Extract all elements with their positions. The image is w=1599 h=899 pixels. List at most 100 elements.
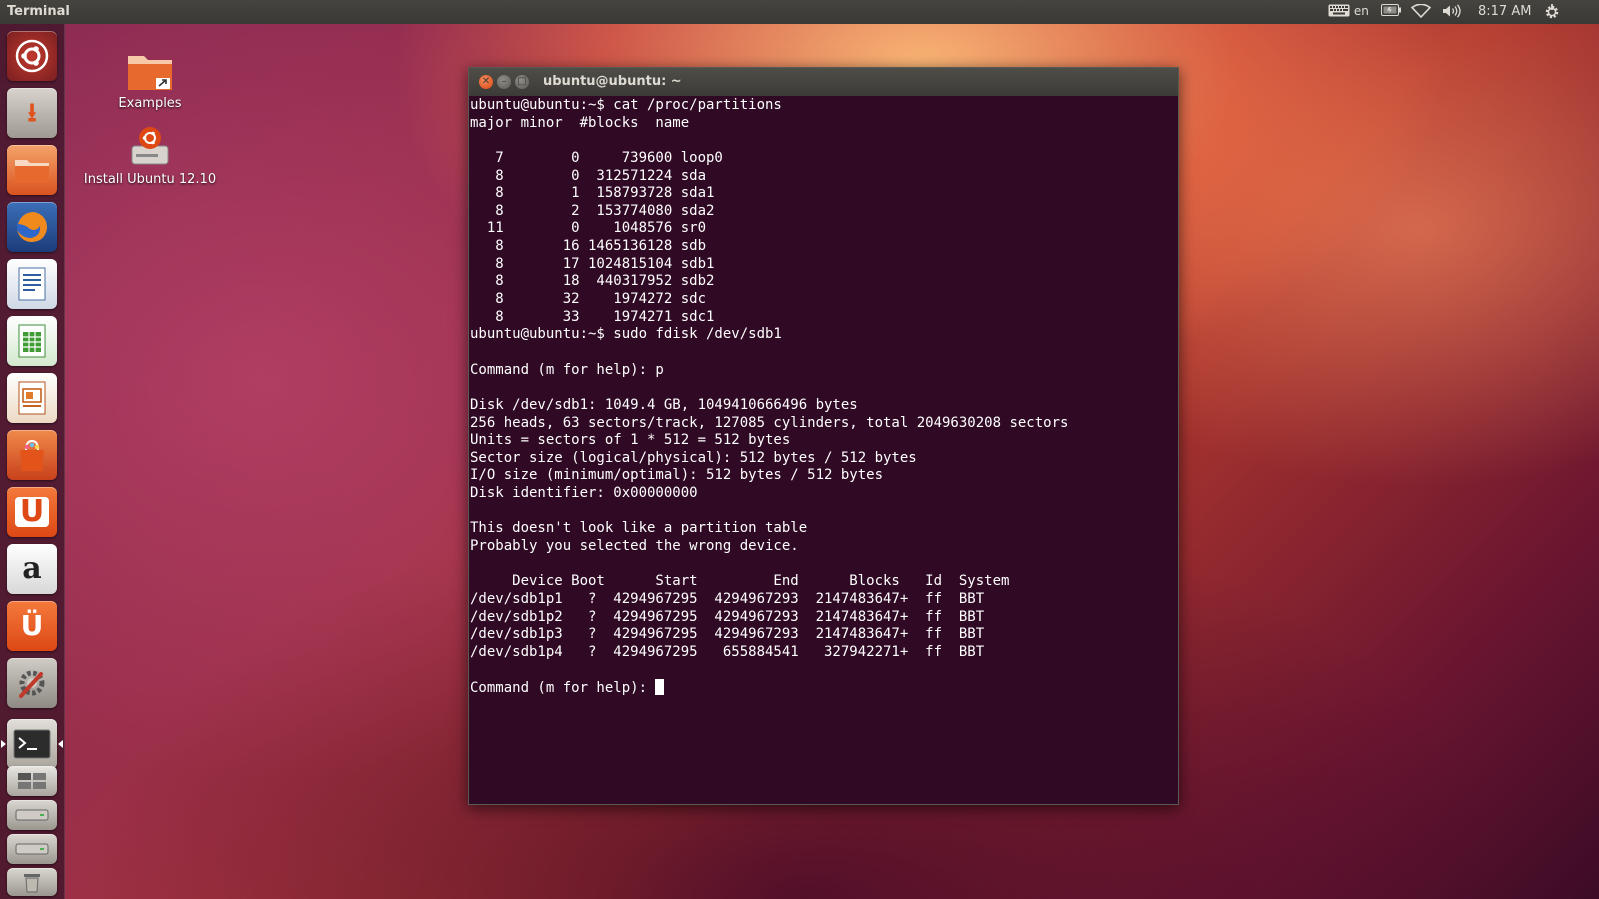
- terminal-line: This doesn't look like a partition table: [470, 520, 808, 537]
- terminal-line: 8 18 440317952 sdb2: [470, 273, 715, 290]
- focused-indicator: [58, 740, 63, 748]
- minimize-icon: –: [501, 76, 507, 87]
- network-indicator[interactable]: [1410, 3, 1432, 21]
- folder-icon: [15, 160, 49, 183]
- terminal-line: 11 0 1048576 sr0: [470, 220, 707, 237]
- launcher-workspaces[interactable]: [7, 766, 57, 796]
- window-close-button[interactable]: ✕: [479, 75, 493, 89]
- terminal-line: Sector size (logical/physical): 512 byte…: [470, 449, 917, 466]
- launcher-files[interactable]: [7, 145, 57, 195]
- launcher-ubuntu-one-music[interactable]: Ü: [7, 601, 57, 651]
- installer-icon: [131, 127, 169, 165]
- terminal-line: Units = sectors of 1 * 512 = 512 bytes: [470, 432, 791, 449]
- impress-icon: [18, 381, 46, 415]
- terminal-line: 7 0 739600 loop0: [470, 149, 723, 166]
- terminal-line: 8 1 158793728 sda1: [470, 185, 715, 202]
- desktop-icon-label: Install Ubuntu 12.10: [83, 172, 217, 187]
- running-indicator: [1, 740, 6, 748]
- terminal-line: 8 17 1024815104 sdb1: [470, 255, 715, 272]
- desktop-icon-label: Examples: [118, 96, 182, 111]
- terminal-line: ubuntu@ubuntu:~$ cat /proc/partitions: [470, 97, 782, 113]
- shopping-bag-icon: [20, 439, 44, 471]
- close-icon: ✕: [481, 76, 491, 87]
- terminal-window[interactable]: ✕ – □ ubuntu@ubuntu: ~ ubuntu@ubuntu:~$ …: [468, 67, 1179, 805]
- launcher-trash[interactable]: [7, 868, 57, 896]
- clock[interactable]: 8:17 AM: [1478, 4, 1531, 19]
- calc-icon: [18, 324, 46, 358]
- terminal-output[interactable]: ubuntu@ubuntu:~$ cat /proc/partitions maj…: [470, 97, 1175, 802]
- ubuntu-logo-icon: [15, 39, 49, 73]
- maximize-icon: □: [517, 76, 527, 87]
- amazon-icon: a: [22, 551, 42, 586]
- keyboard-indicator[interactable]: en: [1328, 4, 1369, 18]
- terminal-line: /dev/sdb1p4 ? 4294967295 655884541 32794…: [470, 643, 985, 660]
- firefox-icon: [17, 212, 47, 242]
- terminal-cursor: [655, 679, 665, 696]
- launcher-system-settings[interactable]: [7, 658, 57, 708]
- terminal-line: Disk /dev/sdb1: 1049.4 GB, 1049410666496…: [470, 396, 858, 413]
- terminal-prompt-line[interactable]: Command (m for help):: [470, 679, 1175, 697]
- ubuntu-one-icon: U: [14, 497, 50, 527]
- launcher-libreoffice-writer[interactable]: [7, 259, 57, 309]
- launcher-dash-home[interactable]: [7, 31, 57, 81]
- battery-indicator[interactable]: [1381, 4, 1401, 19]
- launcher-software-center[interactable]: [7, 430, 57, 480]
- launcher-libreoffice-calc[interactable]: [7, 316, 57, 366]
- terminal-line: Device Boot Start End Blocks Id System: [470, 573, 1010, 590]
- trash-icon: [24, 874, 40, 893]
- launcher-ubuntu-one[interactable]: U: [7, 487, 57, 537]
- battery-icon: [1381, 4, 1401, 16]
- folder-link-icon: [128, 56, 172, 90]
- window-titlebar[interactable]: ✕ – □ ubuntu@ubuntu: ~: [469, 68, 1178, 96]
- terminal-prompt-text: Command (m for help):: [470, 680, 656, 697]
- terminal-line: 8 2 153774080 sda2: [470, 202, 715, 219]
- active-app-title: Terminal: [7, 4, 70, 19]
- terminal-line: I/O size (minimum/optimal): 512 bytes / …: [470, 467, 884, 484]
- settings-gear-icon: [1545, 4, 1559, 19]
- drive-icon: [15, 809, 49, 821]
- desktop-icon-install-ubuntu[interactable]: Install Ubuntu 12.10: [80, 124, 220, 187]
- launcher-drive-2[interactable]: [7, 834, 57, 864]
- top-panel: Terminal en 8:17 AM: [0, 0, 1599, 24]
- terminal-line: 8 0 312571224 sda: [470, 167, 707, 184]
- terminal-line: /dev/sdb1p2 ? 4294967295 4294967293 2147…: [470, 608, 985, 625]
- terminal-icon: [13, 729, 51, 759]
- terminal-line: 8 16 1465136128 sdb: [470, 238, 707, 255]
- launcher-libreoffice-impress[interactable]: [7, 373, 57, 423]
- wifi-icon: [1410, 3, 1432, 19]
- launcher: ⭳ U a Ü: [0, 24, 65, 899]
- terminal-line: Command (m for help): p: [470, 361, 664, 378]
- window-title: ubuntu@ubuntu: ~: [543, 74, 682, 89]
- terminal-line: 256 heads, 63 sectors/track, 127085 cyli…: [470, 414, 1069, 431]
- terminal-line: /dev/sdb1p1 ? 4294967295 4294967293 2147…: [470, 590, 985, 607]
- terminal-line: Probably you selected the wrong device.: [470, 538, 799, 555]
- music-store-icon: Ü: [20, 609, 44, 642]
- terminal-line: major minor #blocks name: [470, 114, 690, 131]
- window-minimize-button[interactable]: –: [497, 75, 511, 89]
- terminal-line: 8 33 1974271 sdc1: [470, 308, 715, 325]
- drive-icon: [15, 843, 49, 855]
- terminal-line: ubuntu@ubuntu:~$ sudo fdisk /dev/sdb1: [470, 326, 782, 343]
- terminal-line: Disk identifier: 0x00000000: [470, 485, 698, 502]
- workspace-icon: [18, 773, 46, 789]
- sound-indicator[interactable]: [1442, 4, 1462, 21]
- window-maximize-button[interactable]: □: [515, 75, 529, 89]
- launcher-amazon[interactable]: a: [7, 544, 57, 594]
- volume-icon: [1443, 4, 1461, 18]
- launcher-drive-1[interactable]: [7, 800, 57, 830]
- launcher-terminal[interactable]: [7, 719, 57, 769]
- launcher-install-ubuntu[interactable]: ⭳: [7, 88, 57, 138]
- session-menu[interactable]: [1544, 4, 1560, 23]
- keyboard-icon: [1328, 4, 1350, 17]
- installer-icon: ⭳: [27, 98, 37, 128]
- launcher-firefox[interactable]: [7, 202, 57, 252]
- keyboard-layout-label: en: [1353, 4, 1369, 18]
- settings-icon: [19, 670, 45, 698]
- desktop-icon-examples[interactable]: Examples: [105, 50, 195, 111]
- terminal-line: /dev/sdb1p3 ? 4294967295 4294967293 2147…: [470, 626, 985, 643]
